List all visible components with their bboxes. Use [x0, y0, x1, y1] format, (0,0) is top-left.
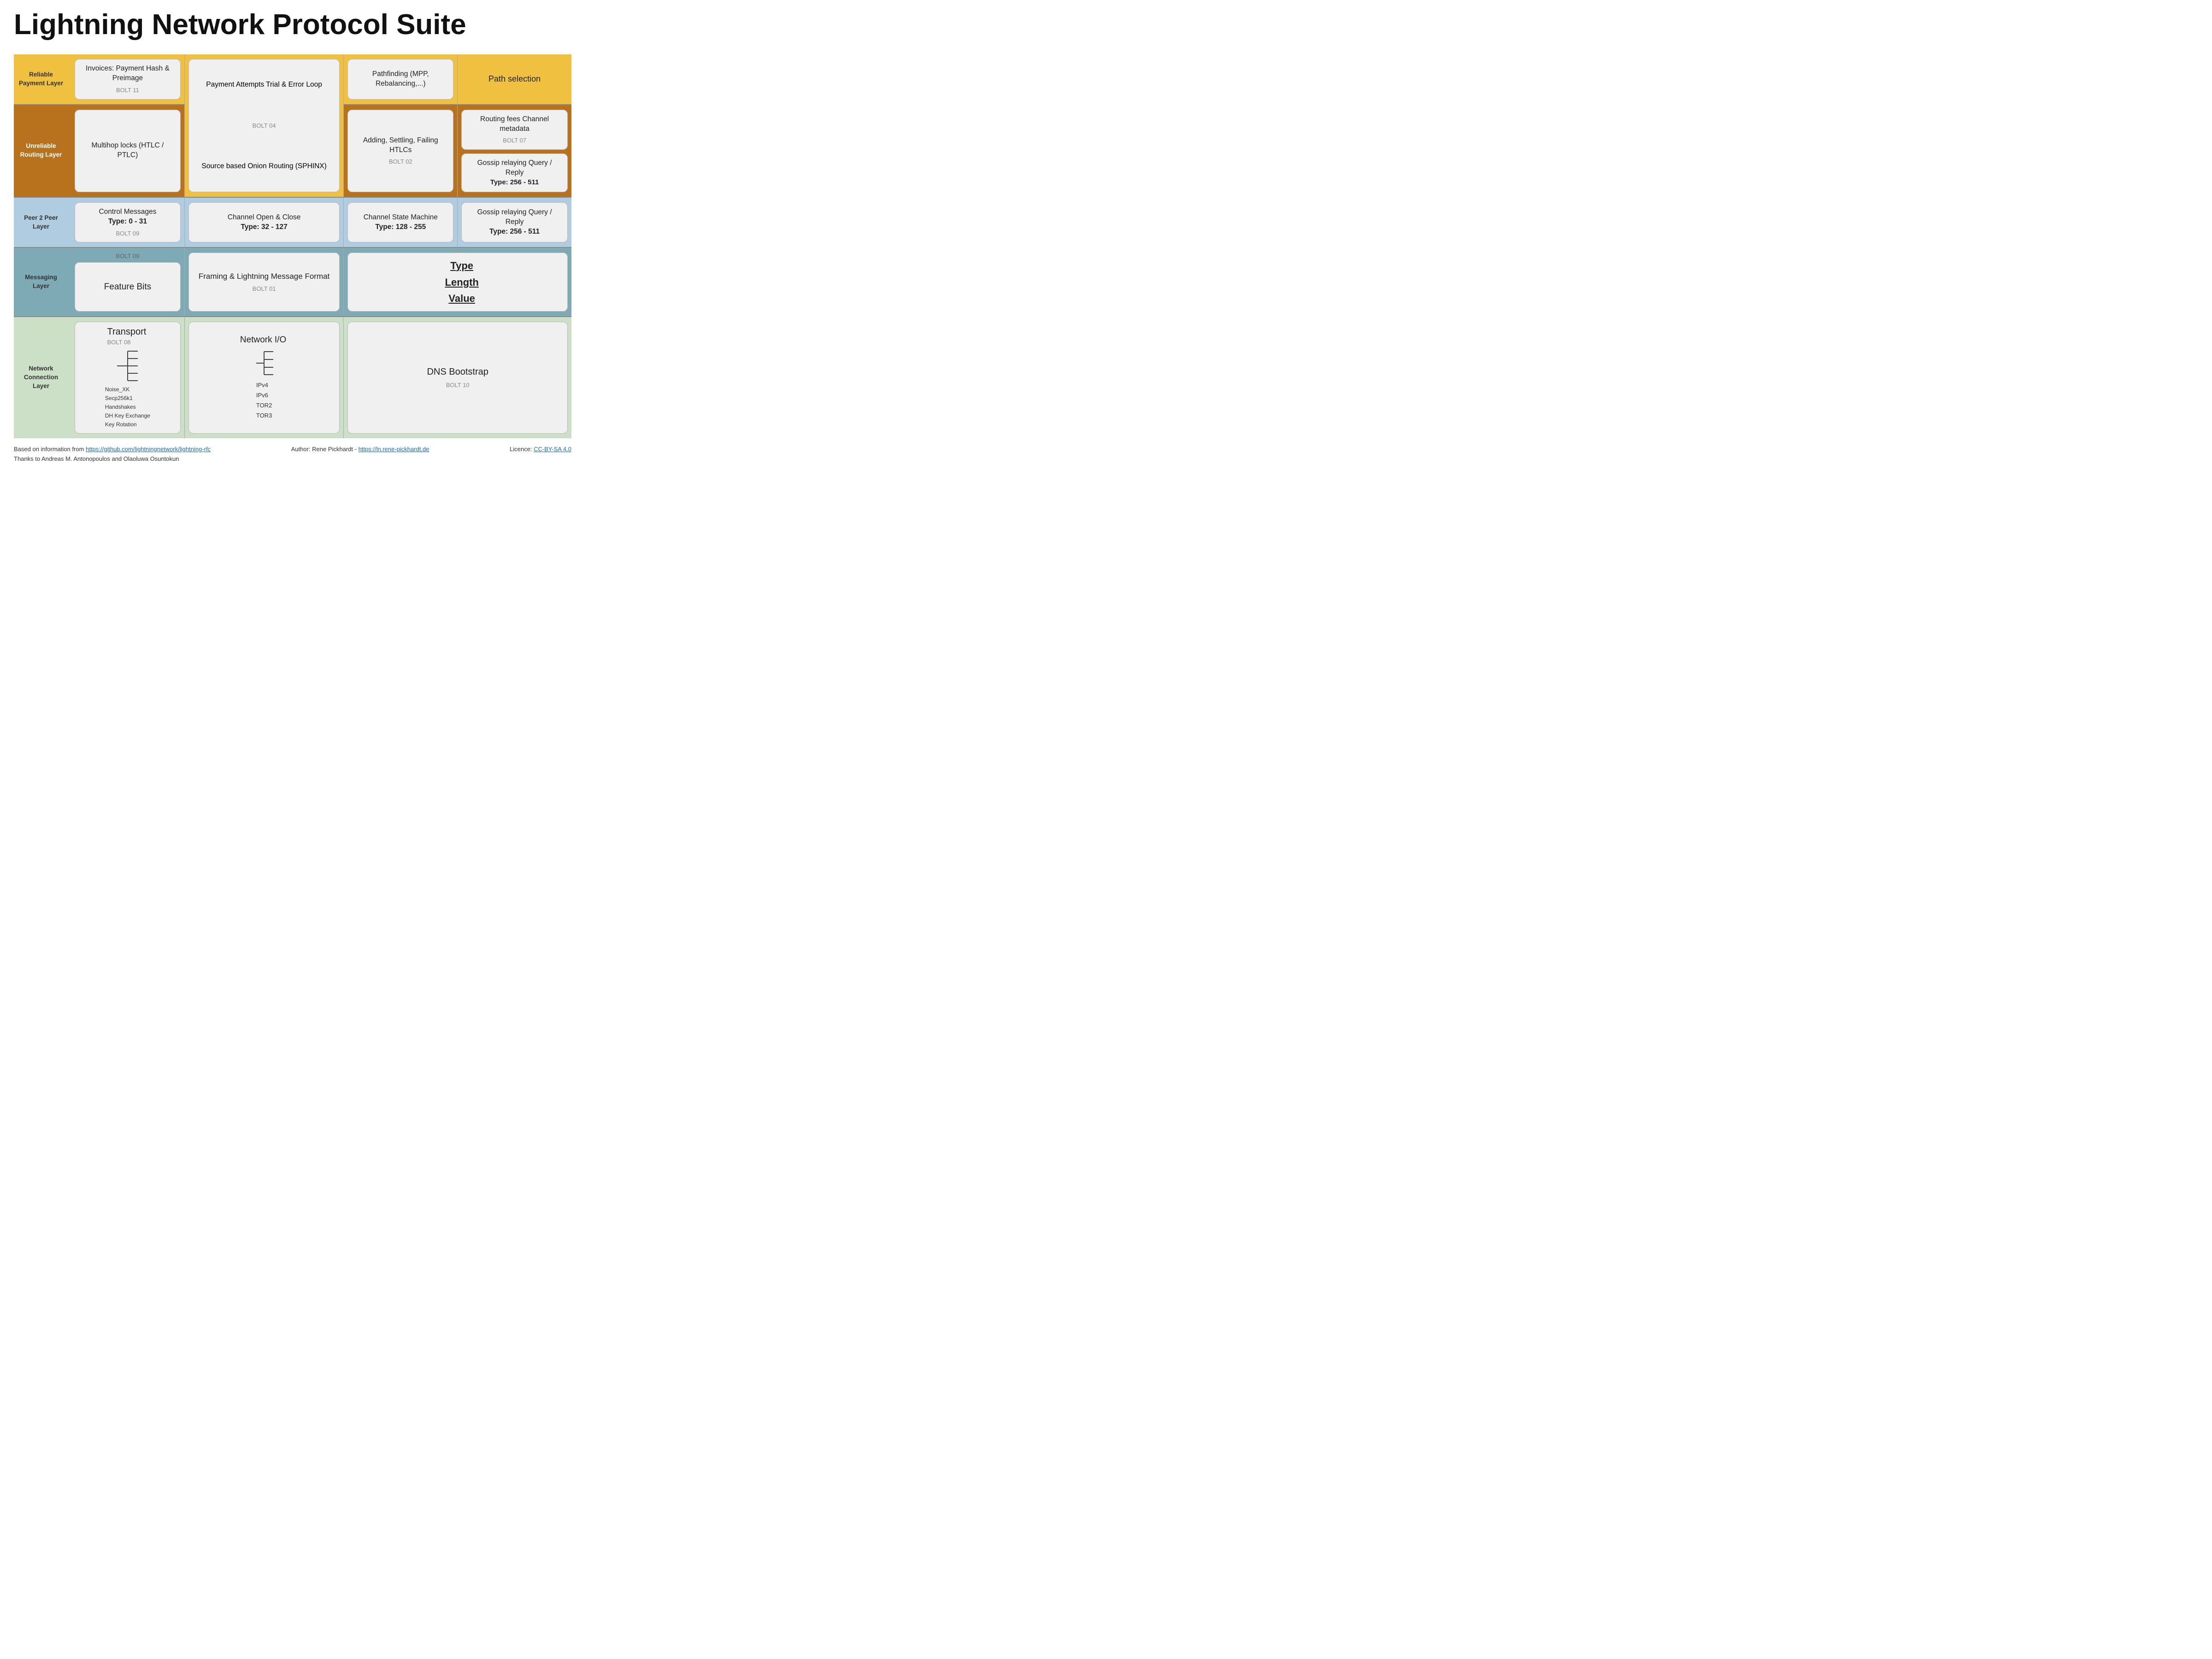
cell-invoices: Invoices: Payment Hash & Preimage BOLT 1… — [71, 54, 185, 105]
transport-item-noise: Noise_XK — [105, 385, 150, 394]
cell-feature-bits: BOLT 09 Feature Bits — [71, 248, 185, 317]
diagram: Reliable Payment Layer Invoices: Payment… — [14, 54, 571, 438]
control-type: Type: 0 - 31 — [108, 217, 147, 227]
card-pathfinding: Pathfinding (MPP, Rebalancing,...) — [347, 59, 453, 99]
onion-routing-title: Source based Onion Routing (SPHINX) — [201, 162, 326, 171]
network-io-tor3: TOR3 — [256, 411, 272, 421]
network-io-items: IPv4 IPv6 TOR2 TOR3 — [256, 380, 272, 421]
cell-transport: Transport BOLT 08 Noise_XK Secp256k1 Han… — [71, 317, 185, 438]
cell-multihop: Multihop locks (HTLC / PTLC) — [71, 105, 185, 198]
footer-github-link[interactable]: https://github.com/lightningnetwork/ligh… — [86, 446, 211, 453]
cell-payment-onion-span: Payment Attempts Trial & Error Loop BOLT… — [185, 54, 344, 198]
label-p2p: Peer 2 Peer Layer — [14, 198, 68, 248]
path-selection-text: Path selection — [488, 73, 541, 85]
footer-based-on: Based on information from https://github… — [14, 446, 211, 453]
transport-item-secp: Secp256k1 — [105, 394, 150, 403]
transport-items: Noise_XK Secp256k1 Handshakes DH Key Exc… — [105, 385, 150, 429]
label-unreliable: Unreliable Routing Layer — [14, 105, 68, 198]
framing-bolt: BOLT 01 — [253, 285, 276, 293]
channel-open-type: Type: 32 - 127 — [241, 223, 287, 232]
label-messaging: Messaging Layer — [14, 248, 68, 317]
control-title: Control Messages — [99, 207, 156, 217]
dns-bolt: BOLT 10 — [446, 381, 470, 389]
card-payment-onion: Payment Attempts Trial & Error Loop BOLT… — [188, 59, 340, 192]
transport-item-keyrot: Key Rotation — [105, 420, 150, 429]
tlv-L: Length — [445, 274, 479, 290]
cell-pathfinding: Pathfinding (MPP, Rebalancing,...) — [344, 54, 458, 105]
footer-thanks: Thanks to Andreas M. Antonopoulos and Ol… — [14, 455, 571, 462]
card-routing-fees: Routing fees Channel metadata BOLT 07 — [461, 110, 568, 150]
feature-bolt-tag: BOLT 09 — [75, 253, 181, 259]
cell-network-io: Network I/O IPv4 IPv6 TOR2 TOR3 — [185, 317, 344, 438]
feature-bits-title: Feature Bits — [104, 281, 151, 293]
cell-path-selection: Path selection — [458, 54, 571, 105]
card-framing: Framing & Lightning Message Format BOLT … — [188, 253, 340, 312]
card-network-io: Network I/O IPv4 IPv6 TOR2 TOR3 — [188, 322, 340, 433]
card-tlv: Type Length Value — [347, 253, 568, 312]
footer-licence: Licence: CC-BY-SA 4.0 — [510, 446, 571, 453]
card-htlcs-bolt: BOLT 02 — [389, 158, 412, 166]
gossip-unreliable-title: Gossip relaying Query / Reply — [467, 159, 562, 178]
card-channel-state: Channel State Machine Type: 128 - 255 — [347, 202, 453, 242]
cell-htlcs: Adding, Settling, Failing HTLCs BOLT 02 — [344, 105, 458, 198]
transport-label: Transport BOLT 08 — [107, 326, 146, 347]
network-io-branch-icon — [254, 347, 275, 379]
card-gossip-p2p: Gossip relaying Query / Reply Type: 256 … — [461, 202, 568, 242]
card-htlcs: Adding, Settling, Failing HTLCs BOLT 02 — [347, 110, 453, 192]
footer: Based on information from https://github… — [14, 446, 571, 462]
network-io-ipv4: IPv4 — [256, 380, 272, 390]
dns-title: DNS Bootstrap — [427, 366, 488, 378]
card-feature-bits: Feature Bits — [75, 262, 181, 312]
cell-routing-gossip: Routing fees Channel metadata BOLT 07 Go… — [458, 105, 571, 198]
cell-dns: DNS Bootstrap BOLT 10 — [344, 317, 571, 438]
tlv-V: Value — [448, 290, 475, 306]
card-multihop: Multihop locks (HTLC / PTLC) — [75, 110, 181, 192]
label-reliable: Reliable Payment Layer — [14, 54, 68, 105]
payment-attempts-bolt: BOLT 04 — [253, 122, 276, 129]
transport-name: Transport — [107, 326, 146, 338]
tlv-T: Type — [450, 258, 473, 274]
gossip-unreliable-type: Type: 256 - 511 — [490, 178, 539, 187]
transport-bolt: BOLT 08 — [107, 338, 146, 347]
footer-author-link[interactable]: https://ln.rene-pickhardt.de — [359, 446, 429, 453]
channel-state-title: Channel State Machine — [364, 213, 438, 223]
card-gossip-unreliable: Gossip relaying Query / Reply Type: 256 … — [461, 153, 568, 192]
cell-channel-open: Channel Open & Close Type: 32 - 127 — [185, 198, 344, 248]
cell-framing: Framing & Lightning Message Format BOLT … — [185, 248, 344, 317]
card-invoices: Invoices: Payment Hash & Preimage BOLT 1… — [75, 59, 181, 99]
cell-tlv: Type Length Value — [344, 248, 571, 317]
card-control: Control Messages Type: 0 - 31 BOLT 09 — [75, 202, 181, 242]
card-invoices-title: Invoices: Payment Hash & Preimage — [81, 64, 175, 83]
network-io-tor2: TOR2 — [256, 400, 272, 411]
network-io-name: Network I/O — [240, 334, 286, 346]
card-transport: Transport BOLT 08 Noise_XK Secp256k1 Han… — [75, 322, 181, 433]
routing-fees-bolt: BOLT 07 — [503, 136, 526, 145]
card-invoices-bolt: BOLT 11 — [116, 86, 139, 94]
page-title: Lightning Network Protocol Suite — [14, 9, 571, 41]
label-network: Network Connection Layer — [14, 317, 68, 438]
framing-title: Framing & Lightning Message Format — [199, 271, 329, 282]
gossip-p2p-title: Gossip relaying Query / Reply — [467, 208, 562, 227]
routing-fees-title: Routing fees Channel metadata — [467, 115, 562, 134]
cell-gossip-p2p: Gossip relaying Query / Reply Type: 256 … — [458, 198, 571, 248]
channel-state-type: Type: 128 - 255 — [375, 223, 426, 232]
transport-branch-lines-icon — [115, 347, 140, 384]
cell-control: Control Messages Type: 0 - 31 BOLT 09 — [71, 198, 185, 248]
card-channel-open: Channel Open & Close Type: 32 - 127 — [188, 202, 340, 242]
card-multihop-title: Multihop locks (HTLC / PTLC) — [81, 141, 175, 160]
card-pathfinding-title: Pathfinding (MPP, Rebalancing,...) — [353, 70, 447, 89]
footer-author: Author: Rene Pickhardt - https://ln.rene… — [291, 446, 429, 453]
channel-open-title: Channel Open & Close — [228, 213, 301, 223]
control-bolt: BOLT 09 — [116, 229, 139, 238]
cell-channel-state: Channel State Machine Type: 128 - 255 — [344, 198, 458, 248]
transport-item-handshakes: Handshakes — [105, 403, 150, 412]
transport-item-dh: DH Key Exchange — [105, 412, 150, 420]
gossip-p2p-type: Type: 256 - 511 — [489, 227, 540, 237]
payment-attempts-title: Payment Attempts Trial & Error Loop — [206, 80, 322, 89]
card-dns: DNS Bootstrap BOLT 10 — [347, 322, 568, 433]
footer-licence-link[interactable]: CC-BY-SA 4.0 — [534, 446, 571, 453]
network-io-ipv6: IPv6 — [256, 390, 272, 400]
card-htlcs-title: Adding, Settling, Failing HTLCs — [353, 136, 447, 155]
